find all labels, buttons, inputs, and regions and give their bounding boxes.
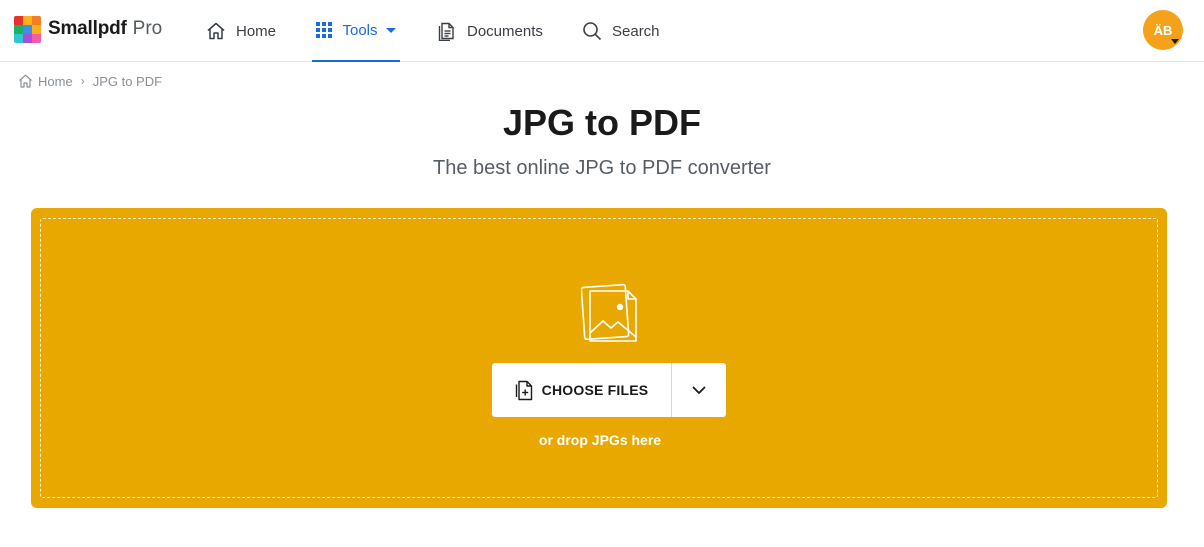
page-subtitle: The best online JPG to PDF converter bbox=[433, 157, 771, 179]
file-dropzone[interactable]: CHOOSE FILES or drop JPGs here bbox=[31, 208, 1167, 508]
nav-home[interactable]: Home bbox=[206, 0, 276, 62]
grid-icon bbox=[316, 22, 333, 38]
choose-files-dropdown-button[interactable] bbox=[672, 363, 726, 417]
nav-search[interactable]: Search bbox=[582, 0, 660, 62]
home-icon bbox=[207, 22, 225, 40]
choose-files-group: CHOOSE FILES bbox=[492, 363, 726, 417]
add-file-icon bbox=[515, 380, 532, 400]
document-icon bbox=[438, 22, 454, 41]
nav-tools-label: Tools bbox=[342, 21, 378, 39]
search-icon bbox=[583, 22, 602, 41]
breadcrumb-separator: › bbox=[80, 74, 85, 88]
choose-files-label: CHOOSE FILES bbox=[541, 382, 649, 398]
chevron-down-icon bbox=[692, 386, 706, 394]
brand-name: Smallpdf bbox=[48, 18, 127, 39]
logo-icon bbox=[14, 15, 41, 43]
avatar[interactable]: ÄB bbox=[1143, 10, 1183, 50]
brand-plan: Pro bbox=[132, 18, 163, 39]
image-files-icon bbox=[581, 283, 637, 342]
breadcrumb-home-icon bbox=[19, 74, 32, 88]
nav-home-label: Home bbox=[236, 22, 277, 40]
nav-tools[interactable]: Tools bbox=[312, 0, 400, 62]
top-navigation-bar: Smallpdf Pro Home Tools Documents Search bbox=[0, 0, 1204, 62]
breadcrumb: Home › JPG to PDF bbox=[18, 72, 162, 90]
avatar-initials: ÄB bbox=[1153, 22, 1173, 38]
brand-logo[interactable]: Smallpdf Pro bbox=[14, 15, 162, 43]
nav-search-label: Search bbox=[612, 22, 660, 40]
drop-hint-text: or drop JPGs here bbox=[538, 432, 662, 448]
nav-documents-label: Documents bbox=[467, 22, 543, 40]
dropzone-dashed-border[interactable]: CHOOSE FILES or drop JPGs here bbox=[40, 218, 1158, 498]
avatar-dropdown-icon[interactable] bbox=[1171, 39, 1179, 44]
nav-documents[interactable]: Documents bbox=[437, 0, 543, 62]
choose-files-button[interactable]: CHOOSE FILES bbox=[492, 363, 672, 417]
breadcrumb-home-link[interactable]: Home bbox=[38, 74, 73, 89]
breadcrumb-current: JPG to PDF bbox=[92, 73, 163, 89]
page-title: JPG to PDF bbox=[502, 102, 702, 143]
chevron-down-icon bbox=[385, 27, 396, 33]
